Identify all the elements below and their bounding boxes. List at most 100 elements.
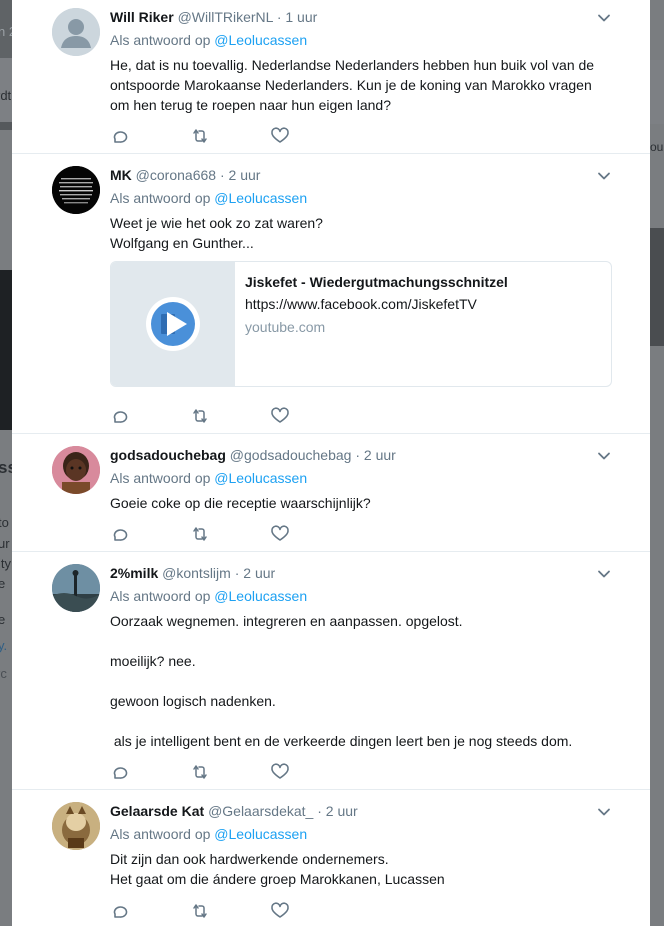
heart-icon[interactable] [270,406,290,426]
retweet-icon[interactable] [190,524,210,544]
tweet-text-line: He, dat is nu toevallig. Nederlandse Ned… [110,57,595,73]
landscape-avatar-image [52,564,100,612]
retweet-icon[interactable] [190,901,210,921]
user-handle[interactable]: @kontslijm [162,565,231,581]
avatar[interactable] [52,8,100,56]
reply-tweet[interactable]: MK @corona668 · 2 uur Als antwoord op @L… [12,154,650,434]
background-text: rc [0,666,7,681]
display-name[interactable]: MK [110,167,132,183]
avatar[interactable] [52,166,100,214]
chevron-down-icon[interactable] [596,10,612,26]
conversation-modal: Will Riker @WillTRikerNL · 1 uur Als ant… [12,0,650,926]
default-avatar-icon [52,8,100,56]
background-page-right: oun [650,0,664,926]
reply-prefix: Als antwoord op [110,190,211,206]
separator: · [317,803,322,819]
user-handle[interactable]: @godsadouchebag [230,447,352,463]
background-text: to [0,515,9,530]
heart-icon[interactable] [270,901,290,921]
reply-to-link[interactable]: @Leolucassen [214,32,307,48]
link-preview-card[interactable]: Jiskefet - Wiedergutmachungsschnitzel ht… [110,261,612,387]
tweet-text-line [110,631,610,651]
timestamp[interactable]: 2 uur [243,565,275,581]
tweet-text-line: Het gaat om die ándere groep Marokkanen,… [110,871,445,887]
heart-icon[interactable] [270,762,290,782]
reply-icon[interactable] [110,524,130,544]
reply-prefix: Als antwoord op [110,32,211,48]
background-text: ity [0,556,11,571]
tweet-text: Goeie coke op die receptie waarschijnlij… [110,493,610,513]
reply-prefix: Als antwoord op [110,588,211,604]
reply-prefix: Als antwoord op [110,826,211,842]
tweet-text-line: Weet je wie het ook zo zat waren? [110,215,323,231]
chevron-down-icon[interactable] [596,566,612,582]
tweet-header: Will Riker @WillTRikerNL · 1 uur [110,9,317,25]
user-handle[interactable]: @WillTRikerNL [178,9,273,25]
tweet-text-line: gewoon logisch nadenken. [110,693,276,709]
user-handle[interactable]: @corona668 [136,167,216,183]
heart-icon[interactable] [270,126,290,146]
display-name[interactable]: Gelaarsde Kat [110,803,204,819]
tweet-text-line: ontspoorde Marokaanse Nederlanders. Kun … [110,77,592,93]
reply-icon[interactable] [110,126,130,146]
reply-prefix: Als antwoord op [110,470,211,486]
background-text: y. [0,638,8,653]
tweet-header: 2%milk @kontslijm · 2 uur [110,565,275,581]
chevron-down-icon[interactable] [596,804,612,820]
user-handle[interactable]: @Gelaarsdekat_ [208,803,313,819]
card-title: Jiskefet - Wiedergutmachungsschnitzel [245,274,508,290]
reply-context: Als antwoord op @Leolucassen [110,32,307,48]
tweet-text: Weet je wie het ook zo zat waren? Wolfga… [110,213,610,253]
tweet-header: Gelaarsde Kat @Gelaarsdekat_ · 2 uur [110,803,358,819]
retweet-icon[interactable] [190,762,210,782]
card-description: https://www.facebook.com/JiskefetTV [245,296,477,312]
tweet-text-line: moeilijk? nee. [110,653,196,669]
reply-to-link[interactable]: @Leolucassen [214,470,307,486]
timestamp[interactable]: 2 uur [326,803,358,819]
display-name[interactable]: godsadouchebag [110,447,226,463]
play-icon[interactable] [111,262,235,386]
reply-icon[interactable] [110,762,130,782]
separator: · [276,9,282,25]
chevron-down-icon[interactable] [596,448,612,464]
separator: · [234,565,240,581]
reply-context: Als antwoord op @Leolucassen [110,470,307,486]
avatar[interactable] [52,564,100,612]
quote-avatar-image [52,166,100,214]
display-name[interactable]: Will Riker [110,9,174,25]
reply-to-link[interactable]: @Leolucassen [214,190,307,206]
reply-to-link[interactable]: @Leolucassen [214,588,307,604]
reply-icon[interactable] [110,901,130,921]
heart-icon[interactable] [270,524,290,544]
separator: · [355,447,361,463]
avatar[interactable] [52,802,100,850]
avatar[interactable] [52,446,100,494]
retweet-icon[interactable] [190,126,210,146]
reply-tweet[interactable]: 2%milk @kontslijm · 2 uur Als antwoord o… [12,552,650,790]
portrait-avatar-image [52,446,100,494]
background-text: n 2 [0,24,12,39]
background-text: ur [0,536,10,551]
reply-tweet[interactable]: godsadouchebag @godsadouchebag · 2 uur A… [12,434,650,552]
card-thumbnail [111,262,235,386]
reply-tweet[interactable]: Will Riker @WillTRikerNL · 1 uur Als ant… [12,0,650,154]
timestamp[interactable]: 2 uur [364,447,396,463]
tweet-header: MK @corona668 · 2 uur [110,167,260,183]
cat-avatar-image [52,802,100,850]
tweet-text: Oorzaak wegnemen. integreren en aanpasse… [110,611,610,751]
background-text: ss [0,458,12,477]
reply-context: Als antwoord op @Leolucassen [110,826,307,842]
tweet-text: Dit zijn dan ook hardwerkende ondernemer… [110,849,610,889]
background-text: rdt [0,88,12,103]
reply-tweet[interactable]: Gelaarsde Kat @Gelaarsdekat_ · 2 uur Als… [12,790,650,926]
retweet-icon[interactable] [190,406,210,426]
timestamp[interactable]: 2 uur [229,167,261,183]
background-text: e [0,612,6,627]
timestamp[interactable]: 1 uur [285,9,317,25]
reply-icon[interactable] [110,406,130,426]
reply-context: Als antwoord op @Leolucassen [110,588,307,604]
display-name[interactable]: 2%milk [110,565,158,581]
chevron-down-icon[interactable] [596,168,612,184]
tweet-text-line: Wolfgang en Gunther... [110,235,254,251]
reply-to-link[interactable]: @Leolucassen [214,826,307,842]
